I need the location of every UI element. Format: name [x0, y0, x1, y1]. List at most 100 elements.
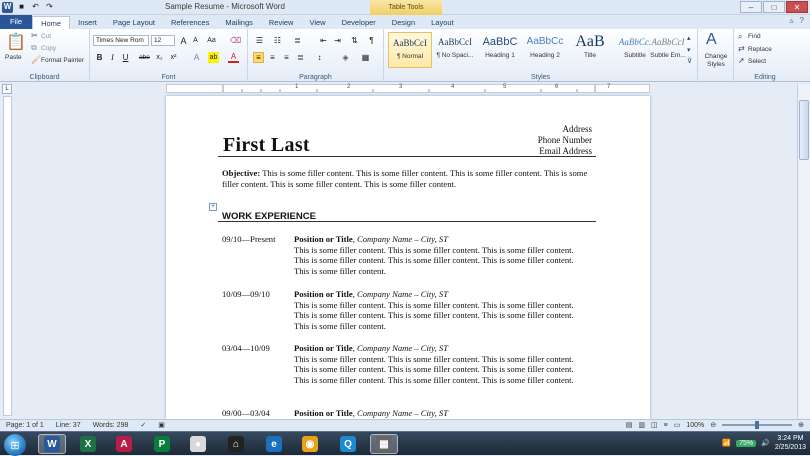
bold-button[interactable]: B: [94, 52, 105, 63]
save-icon[interactable]: ■: [16, 2, 27, 13]
zoom-in-icon[interactable]: ⊕: [798, 421, 804, 429]
battery-indicator[interactable]: 75%: [736, 439, 757, 447]
style-subtle-emphasis[interactable]: AaBbCcI Subtle Em...: [646, 32, 690, 68]
font-family-select[interactable]: Times New Rom: [93, 35, 149, 46]
change-styles-icon[interactable]: A: [706, 32, 717, 48]
macro-icon[interactable]: ▣: [158, 421, 165, 429]
volume-icon[interactable]: 🔊: [761, 439, 770, 447]
tab-file[interactable]: File: [0, 15, 33, 29]
taskbar-app-icon[interactable]: A: [110, 434, 138, 454]
font-size-select[interactable]: 12: [151, 35, 175, 46]
tab-review[interactable]: Review: [261, 16, 302, 29]
start-button[interactable]: ⊞: [4, 434, 26, 456]
styles-more-icon[interactable]: ⊽: [687, 58, 692, 65]
sort-icon[interactable]: ⇅: [349, 35, 360, 46]
increase-indent-icon[interactable]: ⇥: [332, 35, 343, 46]
change-case-button[interactable]: Aa: [206, 35, 217, 46]
draft-icon[interactable]: ▭: [674, 421, 681, 429]
tab-insert[interactable]: Insert: [70, 16, 105, 29]
full-screen-reading-icon[interactable]: ▥: [638, 421, 645, 429]
paste-button[interactable]: Paste: [5, 54, 22, 61]
print-layout-icon[interactable]: ▤: [626, 421, 633, 429]
line-spacing-icon[interactable]: ↕: [314, 52, 325, 63]
word-count[interactable]: Words: 298: [93, 422, 129, 429]
clock[interactable]: 3:24 PM 2/25/2013: [775, 434, 806, 452]
grow-font-button[interactable]: A: [178, 35, 189, 46]
cut-icon[interactable]: ✂: [31, 32, 38, 40]
bullets-icon[interactable]: ☰: [254, 35, 265, 46]
maximize-button[interactable]: □: [763, 1, 785, 13]
font-color-button[interactable]: A: [228, 52, 239, 63]
style-no-spacing[interactable]: AaBbCcI ¶ No Spaci...: [433, 32, 477, 68]
word-logo-icon[interactable]: W: [2, 1, 13, 13]
taskbar-app-icon[interactable]: W: [38, 434, 66, 454]
zoom-level[interactable]: 100%: [686, 422, 704, 429]
close-button[interactable]: ✕: [786, 1, 808, 13]
format-painter-icon[interactable]: 🖌: [31, 56, 41, 64]
table-move-handle-icon[interactable]: +: [209, 203, 217, 211]
find-button[interactable]: Find: [748, 33, 761, 40]
line-number[interactable]: Line: 37: [56, 422, 81, 429]
find-icon[interactable]: ⌕: [738, 33, 742, 41]
change-styles-button[interactable]: Change Styles: [699, 53, 733, 69]
align-left-icon[interactable]: ≡: [253, 52, 264, 63]
taskbar-app-icon[interactable]: P: [148, 434, 176, 454]
align-right-icon[interactable]: ≡: [281, 52, 292, 63]
tab-references[interactable]: References: [163, 16, 217, 29]
text-effects-icon[interactable]: A: [191, 52, 202, 63]
taskbar-app-icon[interactable]: ◉: [296, 434, 324, 454]
replace-button[interactable]: Replace: [748, 46, 772, 53]
tab-view[interactable]: View: [301, 16, 333, 29]
styles-scroll-up-icon[interactable]: ▴: [687, 35, 691, 42]
tab-design[interactable]: Design: [384, 16, 423, 29]
minimize-button[interactable]: –: [740, 1, 762, 13]
outline-icon[interactable]: ≡: [664, 422, 668, 429]
taskbar-app-icon[interactable]: ⌂: [222, 434, 250, 454]
network-icon[interactable]: 📶: [722, 439, 731, 447]
redo-icon[interactable]: ↷: [44, 2, 55, 13]
minimize-ribbon-icon[interactable]: ▵: [790, 16, 794, 25]
shrink-font-button[interactable]: A: [190, 35, 201, 46]
replace-icon[interactable]: ⇄: [738, 45, 745, 53]
cut-button[interactable]: Cut: [41, 33, 51, 40]
show-formatting-button[interactable]: ¶: [366, 35, 377, 46]
numbering-icon[interactable]: ☷: [272, 35, 283, 46]
paste-icon[interactable]: 📋: [6, 32, 26, 54]
style-normal[interactable]: AaBbCcI ¶ Normal: [388, 32, 432, 68]
format-painter-button[interactable]: Format Painter: [41, 57, 84, 64]
copy-icon[interactable]: ⧉: [31, 44, 37, 52]
select-icon[interactable]: ➚: [738, 57, 745, 65]
underline-button[interactable]: U: [120, 52, 131, 63]
proofing-icon[interactable]: ✓: [140, 421, 146, 429]
zoom-slider[interactable]: [722, 421, 793, 429]
tab-page-layout[interactable]: Page Layout: [105, 16, 163, 29]
tab-mailings[interactable]: Mailings: [217, 16, 261, 29]
zoom-out-icon[interactable]: ⊖: [710, 421, 716, 429]
styles-scroll-down-icon[interactable]: ▾: [687, 47, 691, 54]
strikethrough-button[interactable]: abe: [139, 52, 150, 63]
decrease-indent-icon[interactable]: ⇤: [318, 35, 329, 46]
tab-layout[interactable]: Layout: [423, 16, 462, 29]
superscript-button[interactable]: x²: [168, 52, 179, 63]
italic-button[interactable]: I: [107, 52, 118, 63]
undo-icon[interactable]: ↶: [30, 2, 41, 13]
tab-selector-button[interactable]: L: [2, 84, 12, 94]
taskbar-app-icon[interactable]: ▦: [370, 434, 398, 454]
taskbar-app-icon[interactable]: X: [74, 434, 102, 454]
vertical-ruler[interactable]: [3, 96, 12, 416]
zoom-slider-knob[interactable]: [755, 421, 760, 429]
page-count[interactable]: Page: 1 of 1: [6, 422, 44, 429]
copy-button[interactable]: Copy: [41, 45, 56, 52]
align-center-icon[interactable]: ≡: [267, 52, 278, 63]
shading-icon[interactable]: ◈: [340, 52, 351, 63]
tab-developer[interactable]: Developer: [334, 16, 384, 29]
clear-formatting-icon[interactable]: ⌫: [230, 35, 241, 46]
highlight-button[interactable]: ab: [208, 52, 219, 63]
multilevel-list-icon[interactable]: ≣: [292, 35, 303, 46]
taskbar-app-icon[interactable]: Q: [334, 434, 362, 454]
tab-home[interactable]: Home: [32, 16, 71, 29]
style-heading-2[interactable]: AaBbCc Heading 2: [523, 32, 567, 68]
web-layout-icon[interactable]: ◫: [651, 421, 658, 429]
subscript-button[interactable]: x₂: [154, 52, 165, 63]
scrollbar-thumb[interactable]: [799, 100, 809, 160]
